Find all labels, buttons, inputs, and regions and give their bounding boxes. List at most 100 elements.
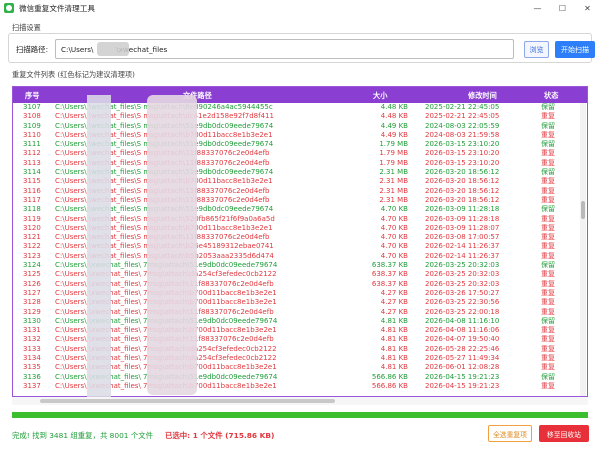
row-index: 3127	[23, 288, 41, 297]
title-bar: 微信重复文件清理工具 — ☐ ✕	[0, 0, 600, 16]
row-modified-time: 2026-05-28 22:25:46	[425, 344, 500, 353]
row-size: 4.27 KB	[380, 307, 408, 316]
column-header-time[interactable]: 修改时间	[468, 91, 497, 101]
row-modified-time: 2026-03-15 23:10:20	[425, 158, 500, 167]
row-modified-time: 2026-03-25 22:30:56	[425, 298, 500, 307]
row-status: 保留	[541, 261, 555, 270]
vertical-scrollbar[interactable]	[580, 103, 586, 396]
row-index: 3131	[23, 326, 41, 335]
row-modified-time: 2026-03-25 22:00:18	[425, 307, 500, 316]
row-size: 4.27 KB	[380, 298, 408, 307]
row-index: 3129	[23, 307, 41, 316]
scan-status-text: 完成! 找到 3481 组重复，共 8001 个文件	[12, 431, 154, 440]
row-size: 4.81 KB	[380, 335, 408, 344]
row-modified-time: 2026-02-14 11:26:37	[425, 242, 500, 251]
list-section-title: 重复文件列表 (红色标记为建议清理项)	[12, 70, 135, 79]
selection-summary: 已选中: 1 个文件 (715.86 KB)	[165, 431, 275, 440]
row-index: 3128	[23, 298, 41, 307]
row-status: 重复	[541, 363, 555, 372]
row-size: 566.86 KB	[371, 372, 408, 381]
row-size: 4.81 KB	[380, 326, 408, 335]
row-size: 638.37 KB	[371, 279, 408, 288]
row-status: 重复	[541, 279, 555, 288]
row-index: 3126	[23, 279, 41, 288]
row-status: 重复	[541, 149, 555, 158]
row-index: 3137	[23, 381, 41, 390]
row-size: 4.70 KB	[380, 251, 408, 260]
row-status: 保留	[541, 121, 555, 130]
minimize-button[interactable]: —	[525, 0, 550, 16]
row-size: 4.48 KB	[380, 112, 408, 121]
column-header-status[interactable]: 状态	[544, 91, 558, 101]
row-modified-time: 2026-03-20 18:56:12	[425, 177, 500, 186]
row-index: 3132	[23, 335, 41, 344]
row-size: 4.70 KB	[380, 205, 408, 214]
row-modified-time: 2025-02-21 22:45:05	[425, 112, 500, 121]
row-status: 重复	[541, 354, 555, 363]
row-status: 重复	[541, 130, 555, 139]
maximize-button[interactable]: ☐	[550, 0, 575, 16]
row-modified-time: 2026-03-25 20:32:03	[425, 261, 500, 270]
redaction-mask	[97, 42, 129, 56]
row-index: 3123	[23, 251, 41, 260]
start-scan-button[interactable]: 开始扫描	[555, 41, 595, 58]
row-size: 638.37 KB	[371, 261, 408, 270]
horizontal-scrollbar-thumb[interactable]	[40, 399, 335, 403]
row-index: 3108	[23, 112, 41, 121]
row-status: 重复	[541, 381, 555, 390]
select-all-duplicates-button[interactable]: 全选重复项	[488, 425, 532, 442]
row-size: 4.48 KB	[380, 103, 408, 111]
scrollbar-thumb[interactable]	[581, 201, 585, 219]
row-index: 3117	[23, 195, 41, 204]
row-index: 3112	[23, 149, 41, 158]
row-size: 1.79 MB	[379, 140, 408, 149]
row-status: 重复	[541, 195, 555, 204]
row-status: 重复	[541, 242, 555, 251]
row-status: 保留	[541, 316, 555, 325]
app-logo-icon	[4, 3, 14, 13]
horizontal-scrollbar[interactable]	[12, 397, 588, 405]
row-modified-time: 2024-08-03 21:59:58	[425, 130, 500, 139]
row-status: 重复	[541, 112, 555, 121]
row-size: 566.86 KB	[371, 381, 408, 390]
row-modified-time: 2026-03-20 18:56:12	[425, 168, 500, 177]
browse-button[interactable]: 浏览	[524, 41, 549, 58]
row-index: 3119	[23, 214, 41, 223]
move-to-recycle-bin-button[interactable]: 移至回收站	[539, 425, 589, 442]
row-status: 重复	[541, 335, 555, 344]
row-modified-time: 2026-03-26 17:50:27	[425, 288, 500, 297]
row-size: 4.81 KB	[380, 363, 408, 372]
row-index: 3109	[23, 121, 41, 130]
row-modified-time: 2026-04-08 11:16:10	[425, 316, 500, 325]
row-modified-time: 2026-05-27 11:49:34	[425, 354, 500, 363]
row-index: 3135	[23, 363, 41, 372]
row-status: 保留	[541, 372, 555, 381]
row-modified-time: 2026-04-08 11:16:06	[425, 326, 500, 335]
row-modified-time: 2024-08-03 22:05:59	[425, 121, 500, 130]
row-index: 3124	[23, 261, 41, 270]
row-status: 重复	[541, 158, 555, 167]
scan-progress-bar	[12, 412, 588, 418]
row-index: 3130	[23, 316, 41, 325]
row-modified-time: 2026-04-15 19:21:23	[425, 381, 500, 390]
row-size: 4.81 KB	[380, 354, 408, 363]
row-index: 3113	[23, 158, 41, 167]
row-modified-time: 2026-03-15 23:10:20	[425, 149, 500, 158]
row-size: 4.49 KB	[380, 130, 408, 139]
row-size: 4.27 KB	[380, 288, 408, 297]
row-size: 2.31 MB	[379, 177, 408, 186]
row-modified-time: 2025-02-21 22:45:05	[425, 103, 500, 111]
row-index: 3111	[23, 140, 41, 149]
scan-path-label: 扫描路径:	[16, 45, 49, 54]
scan-settings-panel: 扫描路径: 浏览 开始扫描	[8, 33, 595, 63]
close-button[interactable]: ✕	[575, 0, 600, 16]
row-modified-time: 2026-03-09 11:28:18	[425, 205, 500, 214]
row-modified-time: 2026-03-20 18:56:12	[425, 186, 500, 195]
row-status: 重复	[541, 298, 555, 307]
row-modified-time: 2026-03-25 20:32:03	[425, 270, 500, 279]
row-status: 重复	[541, 344, 555, 353]
row-modified-time: 2026-06-01 12:08:28	[425, 363, 500, 372]
column-header-index[interactable]: 序号	[25, 91, 39, 101]
column-header-size[interactable]: 大小	[373, 91, 387, 101]
row-status: 重复	[541, 251, 555, 260]
